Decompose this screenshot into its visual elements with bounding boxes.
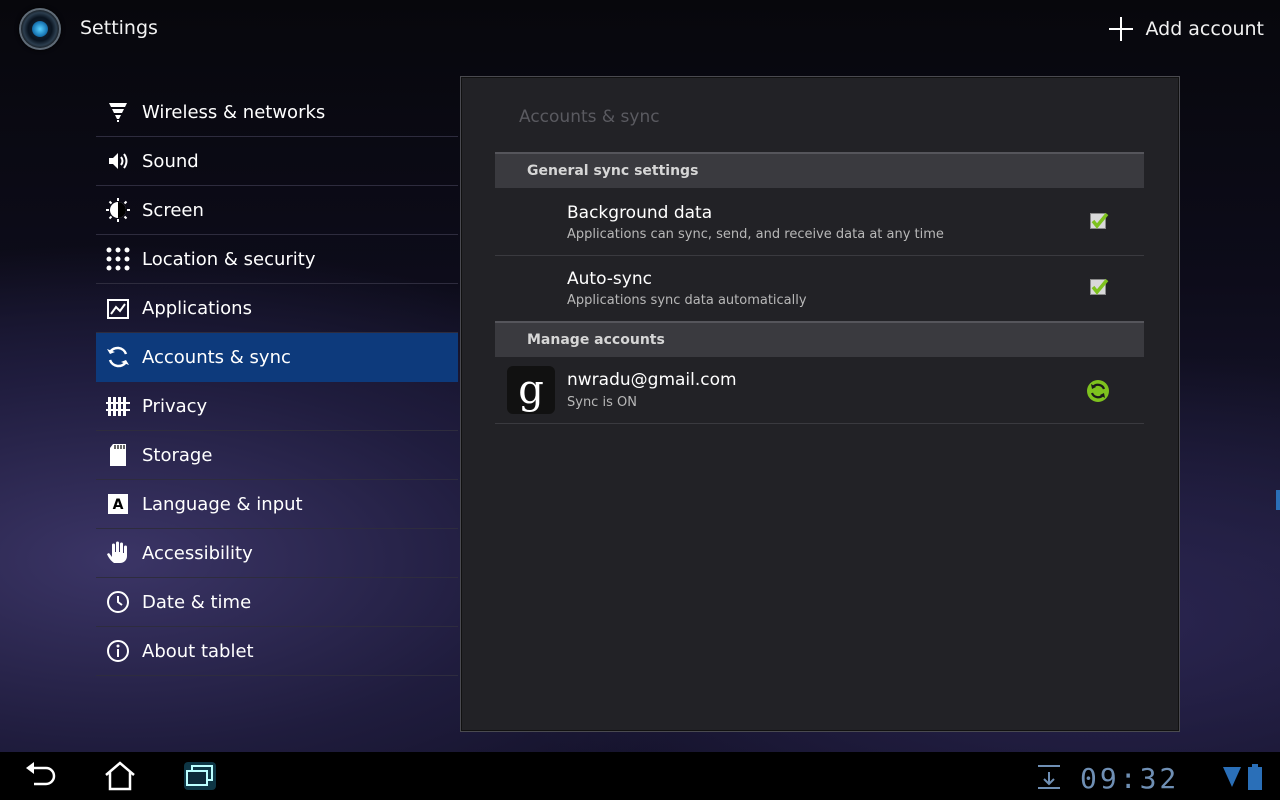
- settings-menu: Wireless & networks Sound Screen Locatio…: [96, 88, 458, 676]
- applications-icon: [106, 296, 130, 320]
- sync-icon: [106, 345, 130, 369]
- account-sync-status-icon: [1087, 380, 1109, 402]
- recent-apps-icon: [184, 762, 216, 790]
- account-sync-status: Sync is ON: [567, 395, 637, 410]
- wifi-signal-icon: [1223, 767, 1241, 787]
- menu-item-accessibility[interactable]: Accessibility: [96, 529, 458, 578]
- menu-label: Screen: [142, 199, 204, 221]
- svg-text:A: A: [113, 497, 124, 513]
- menu-item-date-time[interactable]: Date & time: [96, 578, 458, 627]
- speaker-icon: [106, 149, 130, 173]
- menu-item-about-tablet[interactable]: About tablet: [96, 627, 458, 676]
- add-account-button[interactable]: Add account: [1109, 13, 1264, 45]
- menu-label: Wireless & networks: [142, 101, 326, 123]
- account-email: nwradu@gmail.com: [567, 370, 737, 390]
- pref-summary: Applications sync data automatically: [567, 293, 807, 308]
- plus-icon: [1109, 17, 1134, 41]
- add-account-label: Add account: [1145, 18, 1264, 40]
- menu-item-location-security[interactable]: Location & security: [96, 235, 458, 284]
- menu-label: Language & input: [142, 493, 303, 515]
- general-sync-header: General sync settings: [495, 152, 1144, 188]
- menu-label: Accounts & sync: [142, 346, 291, 368]
- battery-icon: [1248, 764, 1262, 790]
- menu-item-privacy[interactable]: Privacy: [96, 382, 458, 431]
- grid-lock-icon: [106, 247, 130, 271]
- edge-indicator: [1276, 490, 1280, 510]
- menu-label: About tablet: [142, 640, 254, 662]
- auto-sync-checkbox[interactable]: [1090, 278, 1109, 295]
- menu-item-language-input[interactable]: A Language & input: [96, 480, 458, 529]
- checkmark-icon: [1091, 212, 1109, 229]
- section-header-label: Manage accounts: [527, 332, 665, 348]
- menu-label: Privacy: [142, 395, 208, 417]
- back-icon: [26, 762, 56, 786]
- menu-label: Location & security: [142, 248, 316, 270]
- brightness-icon: [106, 198, 130, 222]
- keyboard-letter-icon: A: [106, 492, 130, 516]
- wifi-icon: [106, 100, 130, 124]
- menu-label: Date & time: [142, 591, 252, 613]
- account-row[interactable]: g nwradu@gmail.com Sync is ON: [495, 357, 1144, 424]
- menu-label: Applications: [142, 297, 252, 319]
- menu-label: Accessibility: [142, 542, 253, 564]
- google-account-icon: g: [507, 366, 555, 414]
- menu-item-wireless[interactable]: Wireless & networks: [96, 88, 458, 137]
- section-header-label: General sync settings: [527, 163, 699, 179]
- recent-apps-button[interactable]: [182, 760, 218, 792]
- menu-item-screen[interactable]: Screen: [96, 186, 458, 235]
- back-button[interactable]: [22, 760, 58, 792]
- menu-label: Storage: [142, 444, 213, 466]
- app-title: Settings: [80, 17, 158, 39]
- manage-accounts-header: Manage accounts: [495, 321, 1144, 357]
- menu-item-applications[interactable]: Applications: [96, 284, 458, 333]
- home-icon: [105, 761, 135, 791]
- menu-item-accounts-sync[interactable]: Accounts & sync: [96, 333, 458, 382]
- hand-icon: [106, 541, 130, 565]
- pref-title: Auto-sync: [567, 269, 652, 289]
- checkmark-icon: [1091, 278, 1109, 295]
- background-data-checkbox[interactable]: [1090, 212, 1109, 229]
- auto-sync-row[interactable]: Auto-sync Applications sync data automat…: [495, 255, 1144, 322]
- status-clock: 09:32: [1080, 762, 1180, 795]
- menu-item-sound[interactable]: Sound: [96, 137, 458, 186]
- clock-icon: [106, 590, 130, 614]
- home-button[interactable]: [102, 760, 138, 792]
- fence-icon: [106, 394, 130, 418]
- download-notification-icon[interactable]: [1036, 764, 1062, 790]
- action-bar: Settings Add account: [0, 0, 1280, 58]
- accounts-sync-panel: Accounts & sync General sync settings Ba…: [460, 76, 1180, 732]
- background-data-row[interactable]: Background data Applications can sync, s…: [495, 189, 1144, 256]
- pref-summary: Applications can sync, send, and receive…: [567, 227, 944, 242]
- panel-title: Accounts & sync: [519, 107, 660, 127]
- sd-card-icon: [106, 443, 130, 467]
- menu-label: Sound: [142, 150, 199, 172]
- menu-item-storage[interactable]: Storage: [96, 431, 458, 480]
- settings-app-icon[interactable]: [19, 8, 61, 50]
- info-icon: [106, 639, 130, 663]
- pref-title: Background data: [567, 203, 713, 223]
